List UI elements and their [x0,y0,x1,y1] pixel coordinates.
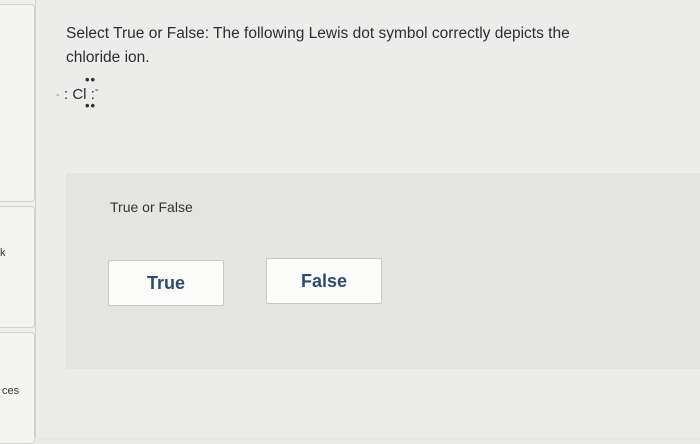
question-prompt: Select True or False: The following Lewi… [66,25,570,66]
sidebar-item-k[interactable]: k [0,247,6,259]
lewis-dot-symbol: •• : Cl :- •• [64,72,144,124]
lewis-dots-bottom: •• [85,98,97,113]
question-area: Select True or False: The following Lewi… [36,0,700,438]
dash-mark: - [56,89,60,101]
sidebar-panel-top[interactable] [0,4,35,202]
false-button[interactable]: False [266,258,382,304]
answer-label: True or False [110,199,193,215]
sidebar: k ces [0,0,36,444]
sidebar-panel-middle[interactable] [0,206,35,328]
true-button[interactable]: True [108,260,224,306]
lewis-charge: - [94,84,99,96]
lewis-left-dots: : [64,86,69,103]
sidebar-item-resources[interactable]: ces [2,385,19,397]
answer-panel: True or False True False [66,173,700,369]
